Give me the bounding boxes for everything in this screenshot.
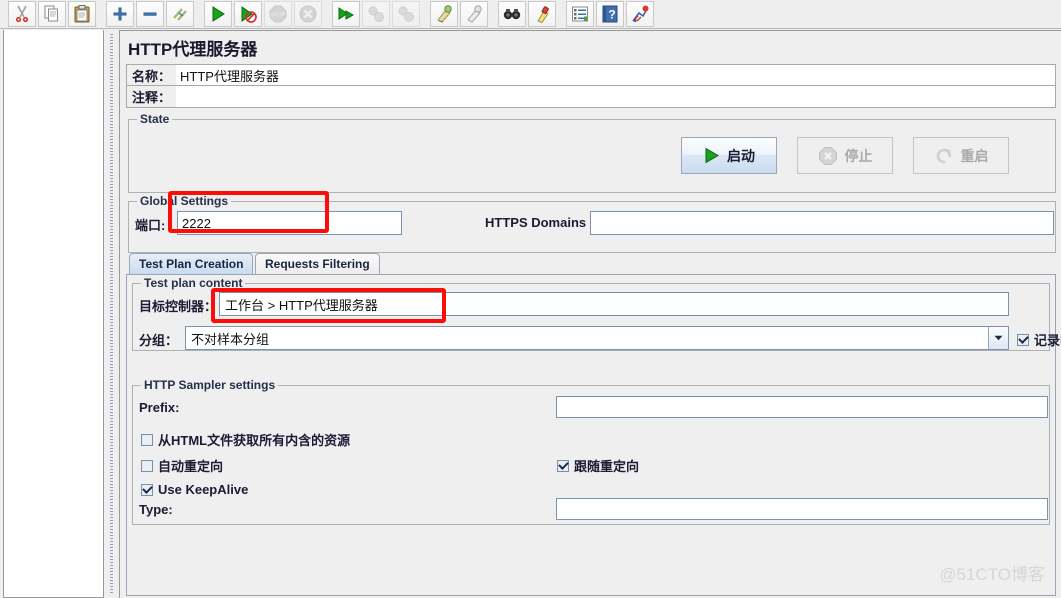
toolbar-group-remote xyxy=(330,1,422,28)
state-groupbox: State 启动 停止 重启 xyxy=(128,112,1056,193)
watermark: @51CTO博客 xyxy=(939,565,1045,584)
tab-requests-filtering[interactable]: Requests Filtering xyxy=(255,253,380,274)
auto-redirect-checkbox[interactable]: 自动重定向 xyxy=(141,456,223,475)
tab-test-plan-creation[interactable]: Test Plan Creation xyxy=(129,253,254,274)
help-icon[interactable]: ? xyxy=(596,1,624,27)
reset-search-icon[interactable] xyxy=(528,1,556,27)
test-plan-content-group-title: Test plan content xyxy=(141,276,246,290)
split-pane-divider[interactable] xyxy=(105,30,119,598)
auto-redirect-label: 自动重定向 xyxy=(158,459,224,474)
test-plan-tree-panel[interactable] xyxy=(3,30,104,598)
start-no-pauses-icon[interactable] xyxy=(234,1,262,27)
follow-redirect-label: 跟随重定向 xyxy=(574,459,640,474)
collapse-icon[interactable] xyxy=(136,1,164,27)
http-proxy-server-panel: HTTP代理服务器 名称： HTTP代理服务器 注释： State 启动 停止 xyxy=(119,30,1061,598)
retrieve-embedded-resources-checkbox-box[interactable] xyxy=(141,433,153,446)
split-pane-grip[interactable] xyxy=(110,34,113,594)
start-play-icon xyxy=(705,147,719,164)
toolbar-group-clipboard xyxy=(6,1,98,28)
restart-button-label: 重启 xyxy=(960,147,989,164)
restart-button: 重启 xyxy=(913,137,1009,174)
port-input[interactable]: 2222 xyxy=(177,211,402,235)
https-domains-label: HTTPS Domains : xyxy=(485,215,595,230)
stop-button: 停止 xyxy=(797,137,893,174)
use-keepalive-label: Use KeepAlive xyxy=(158,482,249,497)
toolbar-group-help: ? xyxy=(564,1,656,28)
chevron-down-icon[interactable] xyxy=(988,327,1008,349)
capture-http-checkbox-box[interactable] xyxy=(1017,333,1029,346)
follow-redirect-checkbox-box[interactable] xyxy=(557,459,569,472)
function-helper-icon[interactable] xyxy=(566,1,594,27)
prefix-input[interactable] xyxy=(556,396,1048,418)
http-sampler-settings-group-title: HTTP Sampler settings xyxy=(141,378,279,392)
prefix-label: Prefix: xyxy=(139,400,180,415)
page-title: HTTP代理服务器 xyxy=(128,40,258,59)
stop-icon: STOP xyxy=(264,1,292,27)
start-button[interactable]: 启动 xyxy=(681,137,777,174)
follow-redirect-checkbox[interactable]: 跟随重定向 xyxy=(557,456,639,475)
global-settings-group-title: Global Settings xyxy=(137,194,232,208)
expand-icon[interactable] xyxy=(106,1,134,27)
search-icon[interactable] xyxy=(498,1,526,27)
state-group-title: State xyxy=(137,112,173,126)
auto-redirect-checkbox-box[interactable] xyxy=(141,459,153,472)
cut-icon[interactable] xyxy=(8,1,36,27)
remote-start-icon[interactable] xyxy=(332,1,360,27)
retrieve-embedded-resources-label: 从HTML文件获取所有内含的资源 xyxy=(158,433,351,448)
start-icon[interactable] xyxy=(204,1,232,27)
global-settings-groupbox: Global Settings 端口: 2222 HTTPS Domains : xyxy=(128,194,1056,253)
http-sampler-settings-groupbox: HTTP Sampler settings Prefix: 从HTML文件获取所… xyxy=(132,378,1050,525)
capture-http-label: 记录HTTP xyxy=(1034,333,1061,348)
shutdown-icon xyxy=(294,1,322,27)
templates-icon[interactable] xyxy=(626,1,654,27)
clear-icon[interactable] xyxy=(430,1,458,27)
grouping-label: 分组： xyxy=(139,333,179,348)
type-label: Type: xyxy=(139,502,173,517)
use-keepalive-checkbox-box[interactable] xyxy=(141,483,153,496)
toolbar-group-search xyxy=(496,1,558,28)
grouping-combo[interactable]: 不对样本分组 xyxy=(185,326,1009,350)
target-controller-label: 目标控制器： xyxy=(139,299,218,314)
tab-test-plan-creation-label: Test Plan Creation xyxy=(139,257,244,271)
port-label: 端口: xyxy=(135,218,166,233)
stop-octagon-icon xyxy=(818,146,837,165)
clear-all-icon[interactable] xyxy=(460,1,488,27)
remote-stop-icon xyxy=(362,1,390,27)
target-controller-value: 工作台 > HTTP代理服务器 xyxy=(225,297,378,313)
jmeter-window: STOP ? HTTP代理服务器 名称： HTTP代理服务器 注释： State… xyxy=(0,0,1061,598)
main-toolbar: STOP ? xyxy=(0,0,1061,29)
svg-text:?: ? xyxy=(608,8,615,22)
paste-icon[interactable] xyxy=(68,1,96,27)
use-keepalive-checkbox[interactable]: Use KeepAlive xyxy=(141,482,248,497)
stop-button-label: 停止 xyxy=(844,147,873,164)
copy-icon[interactable] xyxy=(38,1,66,27)
tab-requests-filtering-label: Requests Filtering xyxy=(265,257,370,271)
name-input[interactable]: HTTP代理服务器 xyxy=(176,64,1056,86)
svg-text:STOP: STOP xyxy=(271,13,286,19)
restart-arrow-icon xyxy=(936,148,951,163)
toggle-icon[interactable] xyxy=(166,1,194,27)
comment-input[interactable] xyxy=(176,86,1056,108)
capture-http-checkbox[interactable]: 记录HTTP xyxy=(1017,330,1061,349)
target-controller-combo[interactable]: 工作台 > HTTP代理服务器 xyxy=(219,292,1009,316)
comment-label: 注释： xyxy=(126,86,176,108)
start-button-label: 启动 xyxy=(727,147,755,164)
toolbar-group-edit xyxy=(104,1,196,28)
grouping-value: 不对样本分组 xyxy=(191,331,270,347)
name-label: 名称： xyxy=(126,64,176,86)
toolbar-group-clear xyxy=(428,1,490,28)
https-domains-input[interactable] xyxy=(590,211,1054,235)
toolbar-group-run: STOP xyxy=(202,1,324,28)
test-plan-content-groupbox: Test plan content 目标控制器： 工作台 > HTTP代理服务器… xyxy=(132,276,1061,351)
remote-shutdown-icon xyxy=(392,1,420,27)
retrieve-embedded-resources-checkbox[interactable]: 从HTML文件获取所有内含的资源 xyxy=(141,430,350,449)
type-input[interactable] xyxy=(556,498,1048,520)
